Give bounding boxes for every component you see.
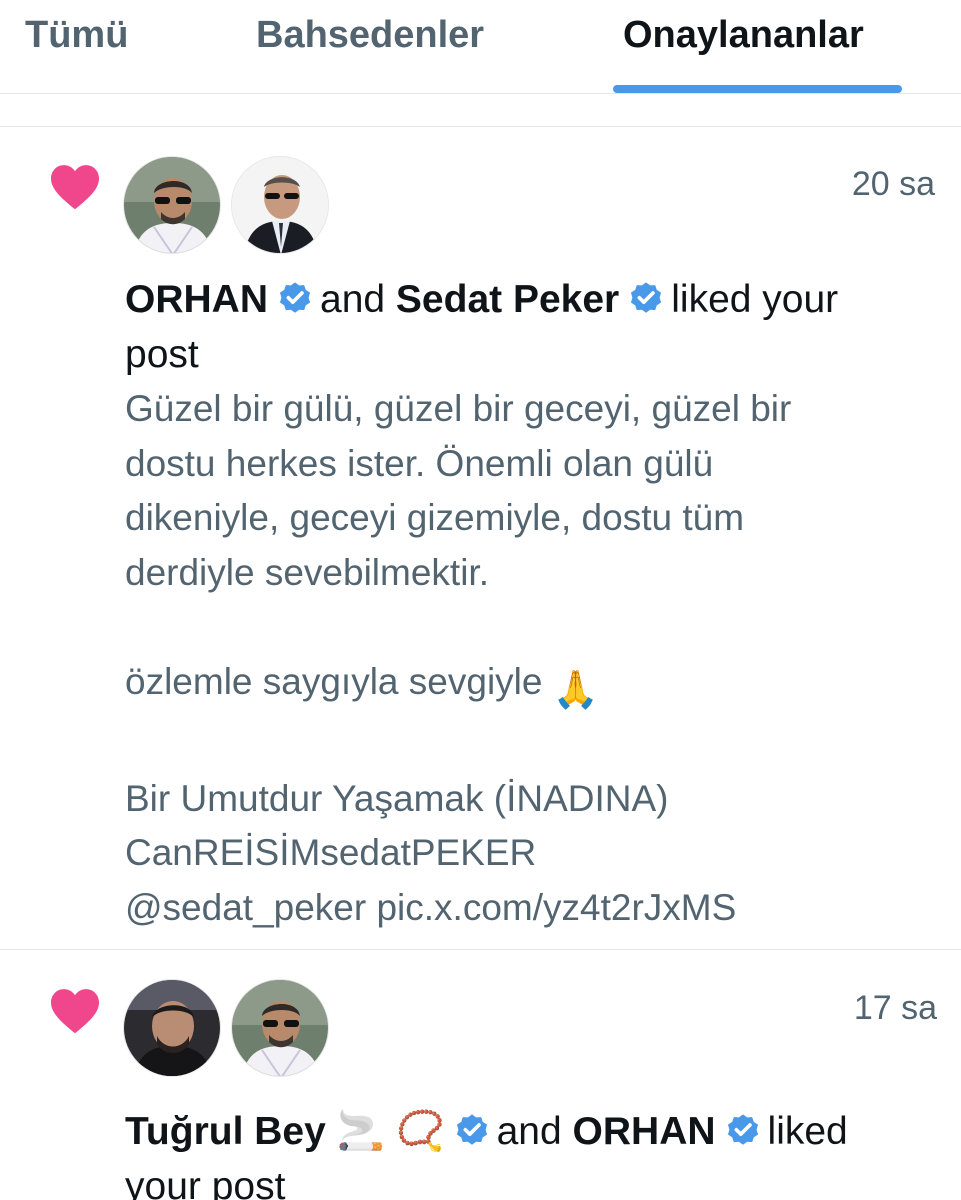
connector-text: and (496, 1110, 562, 1153)
notification-tabs: Tümü Bahsedenler Onaylananlar (0, 0, 961, 94)
avatar-tugrul-bey[interactable] (123, 979, 221, 1077)
liked-post-text[interactable]: Güzel bir gülü, güzel bir geceyi, güzel … (125, 382, 915, 935)
action-text: post (125, 333, 199, 376)
notification-item[interactable]: 20 sa ORHAN and Sedat Peker liked your post… (0, 127, 961, 950)
folded-hands-emoji: 🙏 (552, 668, 599, 710)
avatar-orhan[interactable] (123, 156, 221, 254)
post-text-part: Güzel bir gülü, güzel bir geceyi, güzel … (125, 388, 792, 702)
timestamp: 20 sa (851, 165, 935, 203)
user-name[interactable]: Sedat Peker (396, 278, 619, 321)
verified-badge-icon (727, 1114, 758, 1145)
verified-badge-icon (456, 1114, 487, 1145)
action-text: liked your (671, 278, 839, 321)
notification-item[interactable]: 17 sa Tuğrul Bey 🚬 📿 and ORHAN liked your p… (0, 951, 961, 1200)
tab-verified[interactable]: Onaylananlar (623, 14, 864, 57)
active-tab-indicator (613, 85, 902, 93)
verified-badge-icon (631, 282, 662, 313)
timestamp: 17 sa (853, 989, 937, 1027)
heart-icon (51, 989, 99, 1034)
avatar-sedat-peker[interactable] (231, 156, 329, 254)
connector-text: and (320, 278, 386, 321)
verified-badge-icon (279, 282, 311, 313)
heart-icon (51, 165, 99, 210)
user-name[interactable]: ORHAN (125, 278, 268, 321)
tab-mentions[interactable]: Bahsedenler (256, 14, 484, 57)
notification-headline: ORHAN and Sedat Peker liked your post (125, 272, 935, 382)
post-text-part: Bir Umutdur Yaşamak (İNADINA) CanREİSİMs… (125, 777, 737, 928)
action-text: your post (125, 1165, 286, 1200)
user-name[interactable]: Tuğrul Bey (125, 1110, 326, 1153)
avatar-orhan[interactable] (231, 979, 329, 1077)
notification-headline: Tuğrul Bey 🚬 📿 and ORHAN liked your post (125, 1104, 935, 1200)
user-name[interactable]: ORHAN (573, 1110, 716, 1153)
tab-all[interactable]: Tümü (25, 14, 128, 57)
user-name-emoji: 🚬 📿 (336, 1110, 445, 1153)
action-text: liked (767, 1110, 848, 1153)
